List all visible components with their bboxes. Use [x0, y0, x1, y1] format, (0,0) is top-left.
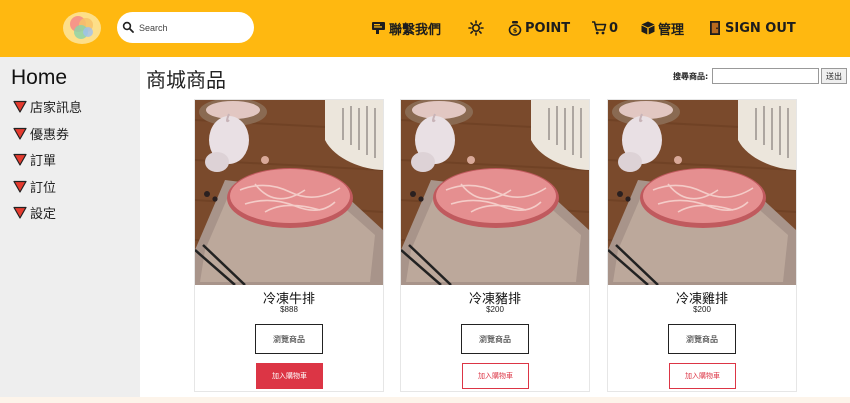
triangle-down-icon: [13, 127, 27, 140]
nav-point-label: POINT: [525, 20, 571, 36]
sun-icon: [468, 20, 484, 36]
nav-manage-label: 管理: [658, 22, 685, 38]
sidebar-item-settings[interactable]: 設定: [13, 203, 57, 222]
sidebar-item-store-info[interactable]: 店家訊息: [13, 97, 83, 116]
sidebar-item-label: 訂單: [30, 153, 57, 169]
product-image[interactable]: [401, 100, 589, 285]
search-input[interactable]: [139, 18, 247, 37]
product-image[interactable]: [608, 100, 796, 285]
sidebar-home[interactable]: Home: [11, 66, 67, 90]
product-price: $888: [280, 305, 298, 314]
search-icon: [122, 21, 134, 33]
nav-contact-label: 聯繫我們: [389, 22, 442, 38]
product-card: 冷凍豬排 $200 瀏覽商品 加入購物車: [400, 99, 590, 392]
nav-contact[interactable]: 聯繫我們: [371, 18, 441, 38]
cart-count: 0: [609, 20, 619, 36]
triangle-down-icon: [13, 153, 27, 166]
main-content: 商城商品 搜尋商品: 送出 冷凍牛排 $888 瀏覽商品 加入購物車 冷凍豬排 …: [140, 57, 850, 397]
page-title: 商城商品: [146, 68, 226, 92]
triangle-down-icon: [13, 180, 27, 193]
logo[interactable]: [62, 11, 102, 45]
product-search-label: 搜尋商品:: [673, 72, 709, 81]
triangle-down-icon: [13, 100, 27, 113]
message-icon: [372, 22, 385, 34]
nav-sun[interactable]: [468, 18, 486, 38]
view-product-button[interactable]: 瀏覽商品: [668, 324, 736, 354]
nav-sign-out[interactable]: SIGN OUT: [707, 18, 796, 38]
product-image[interactable]: [195, 100, 383, 285]
product-price: $200: [693, 305, 711, 314]
nav-manage[interactable]: 管理: [640, 18, 684, 38]
coin-bag-icon: $: [508, 21, 522, 36]
product-card: 冷凍牛排 $888 瀏覽商品 加入購物車: [194, 99, 384, 392]
sidebar: Home 店家訊息 優惠券 訂單 訂位 設定: [0, 57, 140, 397]
triangle-down-icon: [13, 206, 27, 219]
view-product-button[interactable]: 瀏覽商品: [255, 324, 323, 354]
sidebar-item-label: 訂位: [30, 180, 57, 196]
sidebar-item-label: 店家訊息: [30, 100, 83, 116]
sidebar-item-reservations[interactable]: 訂位: [13, 177, 57, 196]
header-search: [117, 12, 254, 43]
product-search-input[interactable]: [712, 68, 819, 84]
nav-cart[interactable]: 0: [591, 18, 618, 38]
view-product-button[interactable]: 瀏覽商品: [461, 324, 529, 354]
sidebar-item-label: 設定: [30, 206, 57, 222]
add-to-cart-button[interactable]: 加入購物車: [669, 363, 736, 389]
nav-sign-out-label: SIGN OUT: [725, 20, 796, 36]
add-to-cart-button[interactable]: 加入購物車: [256, 363, 323, 389]
add-to-cart-button[interactable]: 加入購物車: [462, 363, 529, 389]
svg-text:$: $: [513, 27, 518, 35]
sidebar-item-orders[interactable]: 訂單: [13, 150, 57, 169]
sidebar-item-label: 優惠券: [30, 127, 70, 143]
nav-point[interactable]: $ POINT: [507, 18, 570, 38]
product-search-submit-button[interactable]: 送出: [821, 68, 847, 84]
cart-icon: [592, 21, 607, 35]
door-icon: [710, 21, 720, 35]
box-icon: [641, 21, 655, 35]
top-navbar: 聯繫我們 $ POINT 0: [0, 0, 850, 57]
sidebar-item-coupons[interactable]: 優惠券: [13, 124, 70, 143]
product-price: $200: [486, 305, 504, 314]
product-card: 冷凍雞排 $200 瀏覽商品 加入購物車: [607, 99, 797, 392]
